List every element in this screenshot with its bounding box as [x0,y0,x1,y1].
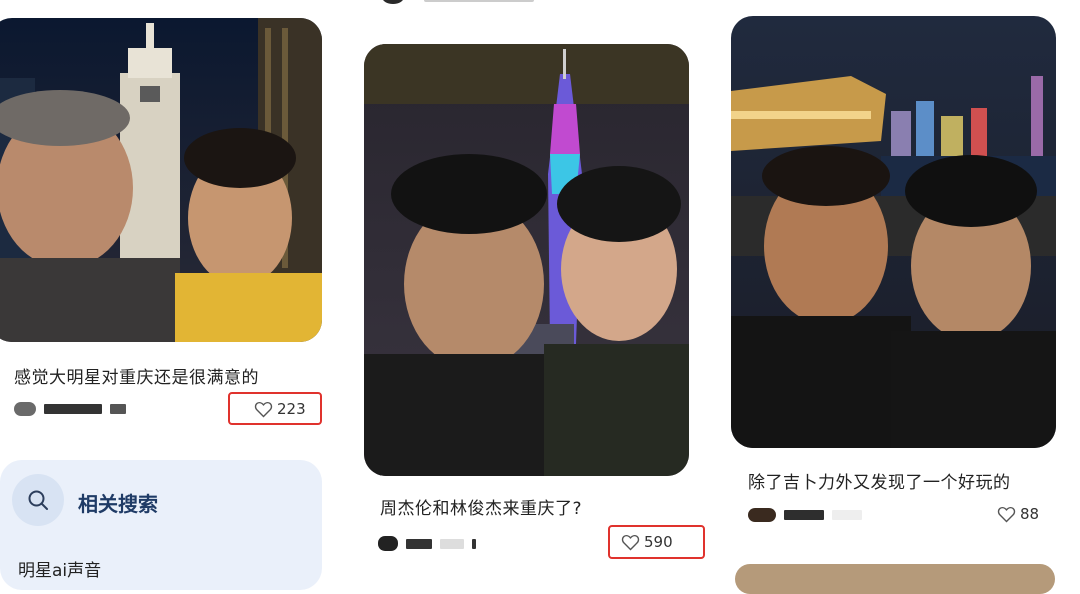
author-name-redacted [832,510,862,520]
heart-icon [997,506,1016,522]
like-highlight-box [608,525,705,559]
like-highlight-box [228,392,322,425]
post-image-4-partial[interactable] [735,564,1055,594]
post-title-3[interactable]: 除了吉卜力外又发现了一个好玩的 [748,468,1011,493]
related-search-title: 相关搜索 [78,492,158,516]
post-author-3[interactable] [748,508,862,522]
post-author-1[interactable] [14,402,126,416]
cropped-author-row [380,0,680,6]
author-name-redacted [110,404,126,414]
post-author-2[interactable] [378,536,476,551]
avatar [748,508,776,522]
search-icon [12,474,64,526]
author-name-redacted [440,538,464,549]
post-title-2[interactable]: 周杰伦和林俊杰来重庆了? [380,494,582,519]
author-name-redacted [472,538,476,549]
post-image-1[interactable] [0,18,322,342]
author-name-redacted [44,404,102,414]
author-name-redacted [406,538,432,549]
like-count-value: 88 [1020,505,1040,523]
avatar [378,536,398,551]
like-count-3[interactable]: 88 [997,505,1039,523]
post-image-3[interactable] [731,16,1056,448]
avatar [14,402,36,416]
post-title-1[interactable]: 感觉大明星对重庆还是很满意的 [14,363,259,388]
post-image-2[interactable] [364,44,689,476]
author-name-redacted [784,510,824,520]
related-search-item[interactable]: 明星ai声音 [18,556,101,581]
